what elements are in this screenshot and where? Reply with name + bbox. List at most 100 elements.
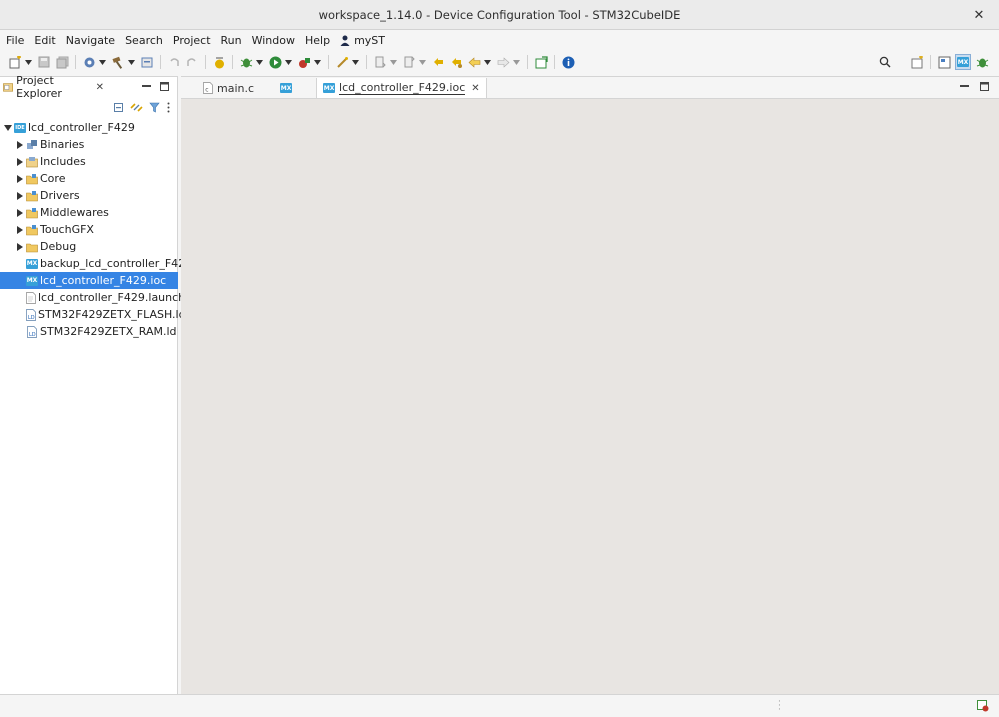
toolbar-divider	[75, 55, 76, 69]
chevron-down-icon[interactable]	[24, 55, 32, 69]
chevron-down-icon[interactable]	[313, 55, 321, 69]
back-icon[interactable]	[467, 55, 481, 69]
tree-item-label: Includes	[40, 155, 86, 168]
editor-tab-mx[interactable]: MX	[274, 78, 302, 98]
build-all-icon[interactable]	[140, 55, 154, 69]
editor-tab-ioc[interactable]: MX lcd_controller_F429.ioc ✕	[316, 78, 487, 98]
manage-configurations-icon[interactable]	[82, 55, 96, 69]
new-icon[interactable]	[8, 55, 22, 69]
chevron-down-icon[interactable]	[389, 55, 397, 69]
menu-search[interactable]: Search	[120, 30, 168, 50]
collapse-all-icon[interactable]	[112, 101, 124, 113]
chevron-right-icon[interactable]	[14, 241, 26, 253]
filter-icon[interactable]	[148, 101, 160, 113]
tree-item-backup-ioc[interactable]: MX backup_lcd_controller_F429.io	[0, 255, 205, 272]
save-icon[interactable]	[37, 55, 51, 69]
last-edit-location-icon[interactable]	[431, 55, 445, 69]
menu-run[interactable]: Run	[216, 30, 247, 50]
chevron-down-icon[interactable]	[98, 55, 106, 69]
window-close-icon[interactable]: ✕	[969, 5, 989, 25]
editor-tab-bar: c main.c MX MX lcd_controller_F429.ioc ✕	[181, 77, 999, 98]
chevron-down-icon[interactable]	[512, 55, 520, 69]
chevron-right-icon[interactable]	[14, 224, 26, 236]
view-menu-icon[interactable]	[165, 101, 171, 113]
chevron-down-icon[interactable]	[284, 55, 292, 69]
menu-window[interactable]: Window	[247, 30, 300, 50]
link-with-editor-icon[interactable]	[129, 101, 143, 113]
tree-item-ioc[interactable]: MX lcd_controller_F429.ioc	[0, 272, 178, 289]
menu-help[interactable]: Help	[300, 30, 335, 50]
chevron-down-icon[interactable]	[127, 55, 135, 69]
open-perspective-icon[interactable]	[910, 55, 924, 69]
editor-tab-main-c[interactable]: c main.c	[197, 78, 260, 98]
includes-icon	[26, 156, 38, 168]
tree-item-label: Binaries	[40, 138, 85, 151]
tree-item-middlewares[interactable]: Middlewares	[0, 204, 178, 221]
chevron-right-icon[interactable]	[14, 156, 26, 168]
tree-item-core[interactable]: Core	[0, 170, 178, 187]
chevron-right-icon[interactable]	[14, 190, 26, 202]
next-annotation-icon[interactable]	[373, 55, 387, 69]
tree-item-label: STM32F429ZETX_FLASH.ld	[38, 308, 186, 321]
menu-file[interactable]: File	[1, 30, 29, 50]
tree-root-project[interactable]: IDE lcd_controller_F429	[0, 119, 178, 136]
minimize-icon[interactable]	[141, 80, 151, 92]
chevron-down-icon[interactable]	[483, 55, 491, 69]
info-icon[interactable]	[561, 55, 575, 69]
save-all-icon[interactable]	[55, 55, 69, 69]
back-arrow-yellow-icon[interactable]	[449, 55, 463, 69]
undo-icon[interactable]	[167, 55, 181, 69]
tree-item-label: lcd_controller_F429.ioc	[40, 274, 167, 287]
redo-icon[interactable]	[185, 55, 199, 69]
minimize-icon[interactable]	[959, 80, 969, 92]
tree-item-ram-ld[interactable]: LD STM32F429ZETX_RAM.ld	[0, 323, 178, 340]
c-file-icon: c	[203, 82, 213, 94]
close-icon[interactable]: ✕	[96, 82, 104, 93]
previous-annotation-icon[interactable]	[402, 55, 416, 69]
external-tools-icon[interactable]	[297, 55, 311, 69]
error-log-icon[interactable]	[977, 700, 989, 715]
tree-item-includes[interactable]: Includes	[0, 153, 178, 170]
search-icon[interactable]	[878, 55, 892, 69]
tree-item-label: STM32F429ZETX_RAM.ld	[40, 325, 177, 338]
tree-item-flash-ld[interactable]: LD STM32F429ZETX_FLASH.ld	[0, 306, 186, 323]
toolbar-divider	[930, 55, 931, 69]
editor-content[interactable]	[181, 98, 999, 695]
chevron-down-icon[interactable]	[255, 55, 263, 69]
project-explorer-tab[interactable]: Project Explorer ✕	[0, 74, 104, 100]
forward-icon[interactable]	[496, 55, 510, 69]
tree-item-drivers[interactable]: Drivers	[0, 187, 178, 204]
chevron-right-icon[interactable]	[14, 207, 26, 219]
menu-myst[interactable]: myST	[335, 30, 390, 50]
debug-bug-icon[interactable]	[239, 55, 253, 69]
chevron-down-icon[interactable]	[2, 122, 14, 134]
source-folder-icon	[26, 224, 38, 236]
binaries-icon	[26, 139, 38, 151]
tree-item-label: Debug	[40, 240, 77, 253]
skip-breakpoints-icon[interactable]	[212, 55, 226, 69]
menu-edit[interactable]: Edit	[29, 30, 60, 50]
maximize-icon[interactable]	[159, 80, 169, 92]
tree-item-launch[interactable]: lcd_controller_F429.launch	[0, 289, 185, 306]
wand-icon[interactable]	[335, 55, 349, 69]
project-explorer-toolbar	[112, 101, 171, 113]
tree-item-touchgfx[interactable]: TouchGFX	[0, 221, 178, 238]
open-perspective-window-icon[interactable]	[534, 55, 548, 69]
menu-project[interactable]: Project	[168, 30, 216, 50]
tree-item-label: Middlewares	[40, 206, 109, 219]
status-separator-handle[interactable]: · · ·	[778, 698, 782, 715]
menu-navigate[interactable]: Navigate	[61, 30, 120, 50]
debug-perspective-icon[interactable]	[975, 55, 989, 69]
cc-perspective-icon[interactable]	[937, 55, 951, 69]
maximize-icon[interactable]	[979, 80, 989, 92]
chevron-right-icon[interactable]	[14, 139, 26, 151]
run-play-icon[interactable]	[268, 55, 282, 69]
tree-item-binaries[interactable]: Binaries	[0, 136, 178, 153]
close-icon[interactable]: ✕	[471, 83, 479, 94]
build-hammer-icon[interactable]	[111, 55, 125, 69]
chevron-right-icon[interactable]	[14, 173, 26, 185]
tree-item-debug[interactable]: Debug	[0, 238, 178, 255]
chevron-down-icon[interactable]	[351, 55, 359, 69]
device-config-perspective-icon[interactable]: MX	[955, 54, 971, 70]
chevron-down-icon[interactable]	[418, 55, 426, 69]
